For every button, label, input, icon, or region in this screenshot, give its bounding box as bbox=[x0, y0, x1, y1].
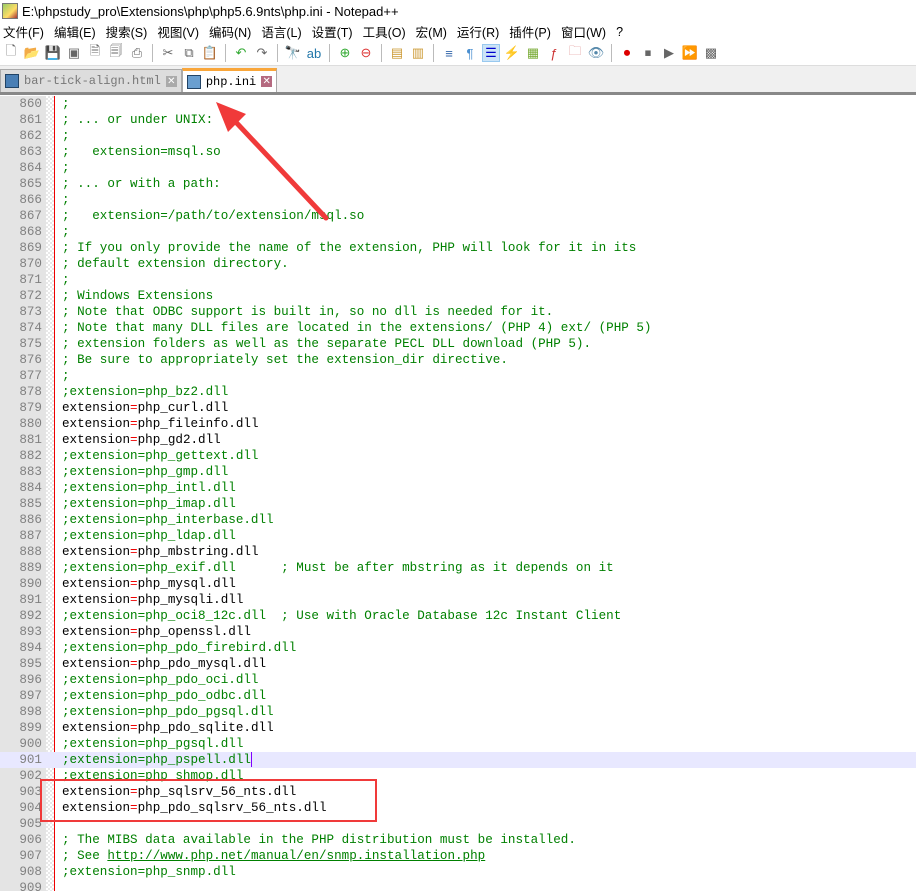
annotation-arrow bbox=[216, 102, 329, 221]
